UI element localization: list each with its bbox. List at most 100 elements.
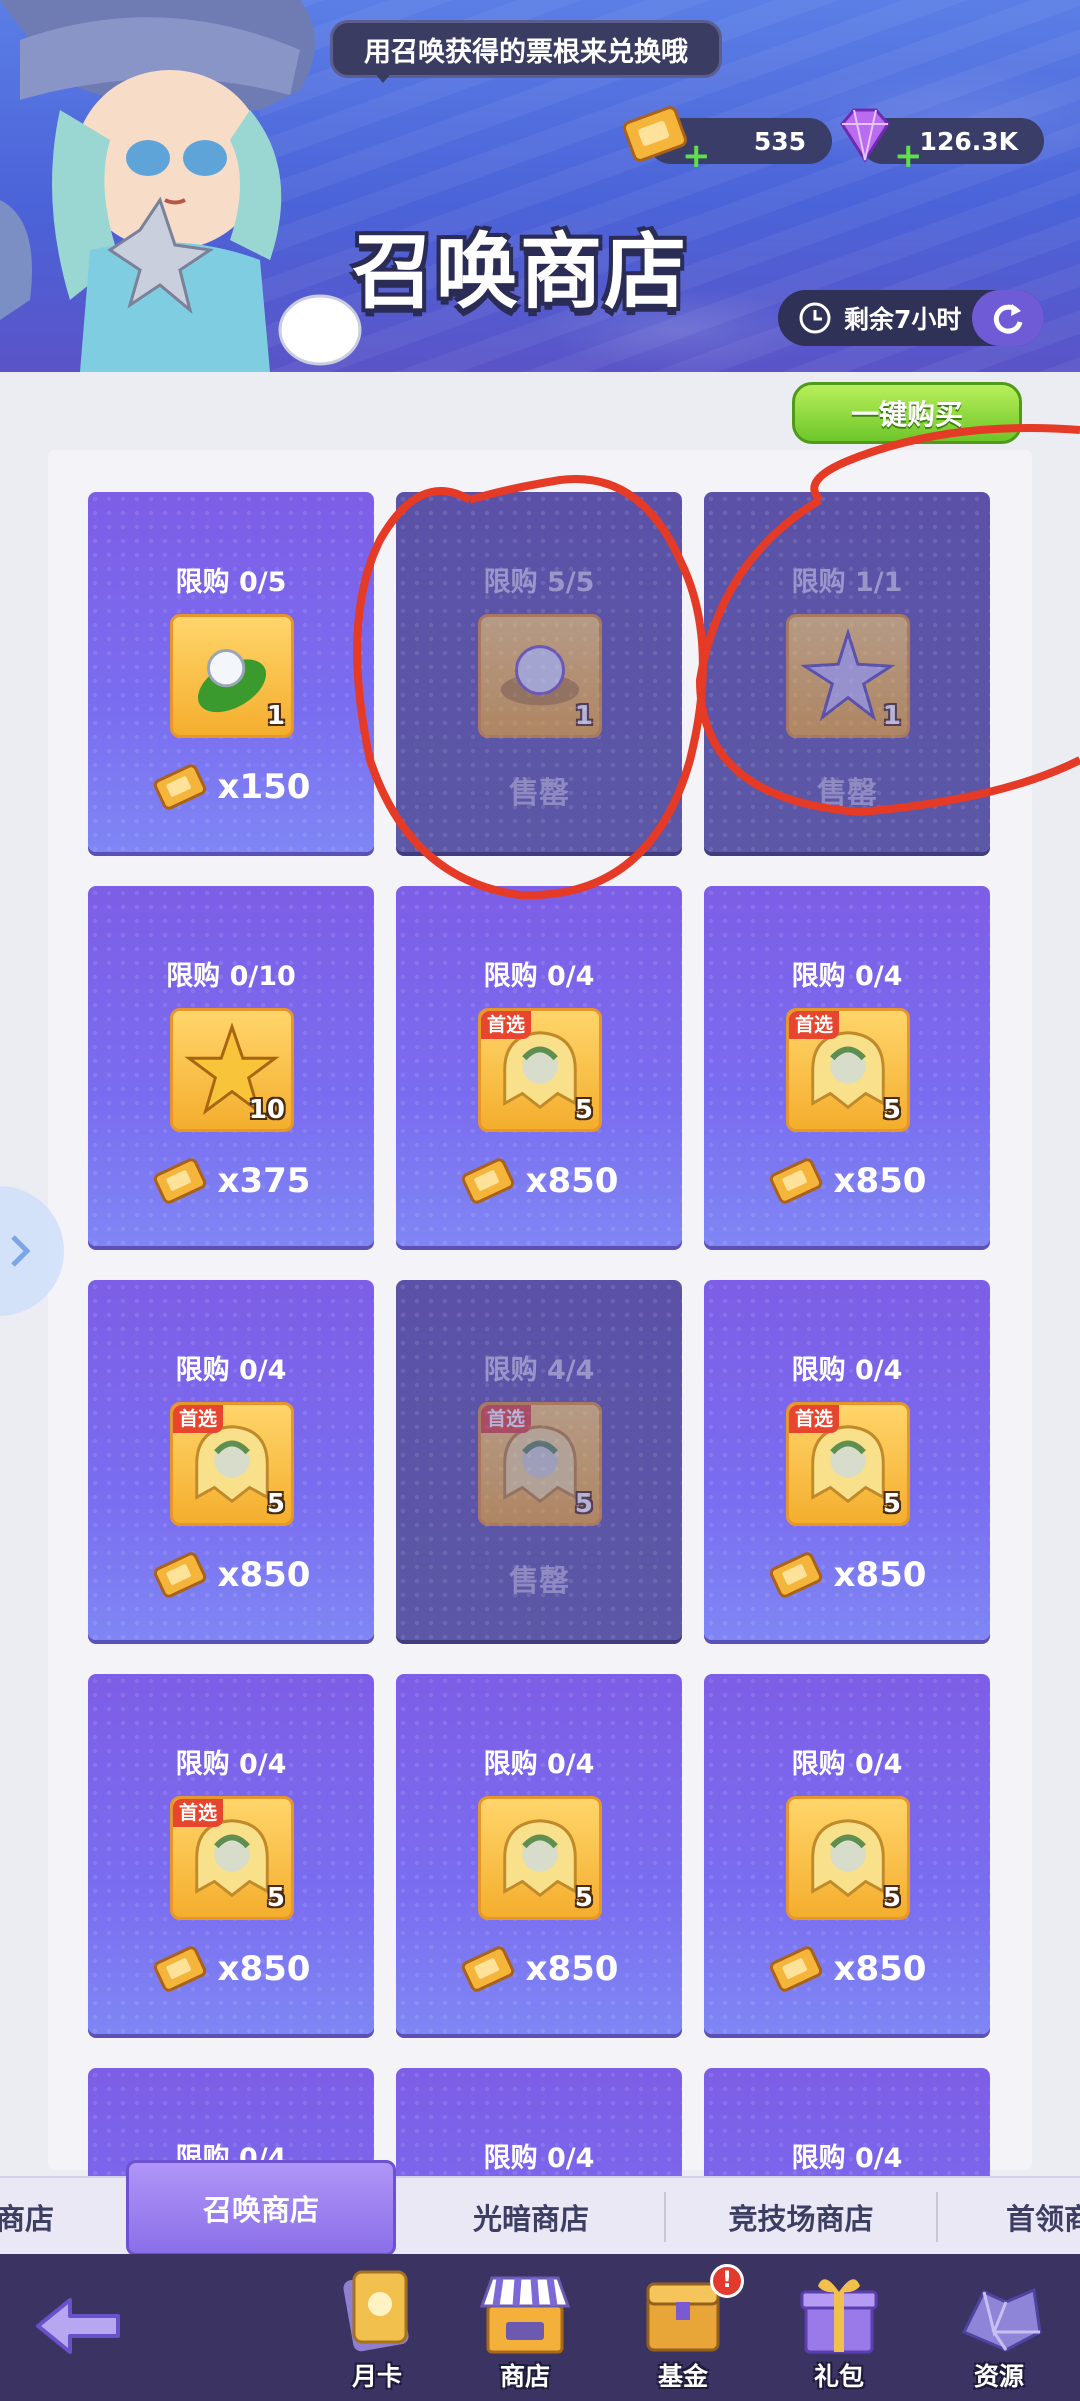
price-button[interactable]: x850 (704, 1552, 990, 1598)
price-button[interactable]: x150 (88, 764, 374, 810)
purchase-limit: 限购 4/4 (483, 1355, 595, 1386)
shop-item-card[interactable]: 限购 1/1 1 售罄 (704, 492, 990, 852)
item-quantity: 10 (248, 1095, 285, 1125)
shop-item-card[interactable]: 限购 0/10 10 x375 (88, 886, 374, 1246)
bottom-nav: 月卡 商店 ! 基金 礼包 资源 (0, 2254, 1080, 2401)
price-value: x150 (217, 767, 311, 807)
item-slot[interactable]: 首选 5 (170, 1402, 294, 1526)
hint-tooltip: 用召唤获得的票根来兑换哦 (330, 20, 722, 83)
shop-item-card[interactable]: 限购 0/4 5 x850 (396, 1674, 682, 2034)
price-value: x850 (833, 1161, 927, 1201)
item-slot[interactable]: 5 (786, 1796, 910, 1920)
purchase-limit: 限购 0/4 (483, 961, 595, 992)
price-button[interactable]: x850 (704, 1158, 990, 1204)
buy-all-button[interactable]: 一键购买 (792, 382, 1022, 444)
item-slot[interactable]: 首选 5 (478, 1402, 602, 1526)
item-quantity: 5 (574, 1883, 593, 1913)
tab-summon-shop[interactable]: 召唤商店 (126, 2160, 396, 2256)
item-quantity: 5 (266, 1489, 285, 1519)
tab-boss-shop[interactable]: 首领商 (940, 2178, 1080, 2256)
item-slot[interactable]: 1 (786, 614, 910, 738)
purchase-limit: 限购 0/4 (483, 2143, 595, 2174)
shop-item-card[interactable]: 限购 0/4 首选 5 x850 (88, 1280, 374, 1640)
item-quantity: 5 (574, 1095, 593, 1125)
shop-item-card[interactable]: 限购 0/4 首选 5 x850 (704, 1280, 990, 1640)
ticket-icon (769, 1946, 822, 1992)
price-value: x850 (525, 1161, 619, 1201)
sold-out-label: 售罄 (509, 776, 569, 811)
price-button[interactable]: x850 (88, 1946, 374, 1992)
item-slot[interactable]: 首选 5 (170, 1796, 294, 1920)
ticket-icon (622, 106, 688, 162)
purchase-limit: 限购 0/10 (166, 961, 296, 992)
purchase-limit: 限购 0/4 (175, 1355, 287, 1386)
nav-fund[interactable]: ! 基金 (618, 2262, 748, 2401)
ticket-icon (769, 1158, 822, 1204)
nav-shop[interactable]: 商店 (460, 2262, 590, 2401)
timer-text: 剩余7小时 (844, 305, 962, 334)
preferred-badge: 首选 (481, 1011, 532, 1039)
price-value: x850 (833, 1949, 927, 1989)
ticket-icon (461, 1158, 514, 1204)
purchase-limit: 限购 0/4 (175, 1749, 287, 1780)
price-value: x375 (217, 1161, 311, 1201)
ticket-balance[interactable]: + 535 (622, 106, 832, 173)
shop-item-card[interactable]: 限购 4/4 首选 5 售罄 (396, 1280, 682, 1640)
shop-header: 用召唤获得的票根来兑换哦 + 535 + 126.3K 召唤商店 剩余7小时 (0, 0, 1080, 372)
shop-item-card[interactable]: 限购 0/4 首选 5 x850 (88, 1674, 374, 2034)
nav-month-card[interactable]: 月卡 (312, 2262, 442, 2401)
purchase-limit: 限购 0/4 (791, 1355, 903, 1386)
price-button[interactable]: x850 (88, 1552, 374, 1598)
shop-item-card[interactable]: 限购 0/4 首选 5 x850 (704, 886, 990, 1246)
add-ticket-icon[interactable]: + (682, 139, 711, 173)
item-quantity: 5 (266, 1883, 285, 1913)
item-slot[interactable]: 首选 5 (478, 1008, 602, 1132)
item-slot[interactable]: 首选 5 (786, 1008, 910, 1132)
page-title: 召唤商店 (352, 225, 689, 320)
item-slot[interactable]: 1 (478, 614, 602, 738)
ticket-icon (461, 1946, 514, 1992)
shop-item-card[interactable]: 限购 0/4 首选 5 x850 (396, 886, 682, 1246)
ticket-icon (153, 1552, 206, 1598)
purchase-limit: 限购 0/4 (483, 1749, 595, 1780)
price-button[interactable]: x850 (704, 1946, 990, 1992)
add-gem-icon[interactable]: + (894, 139, 923, 173)
tab-arena-shop[interactable]: 竞技场商店 (666, 2178, 936, 2256)
back-arrow-icon[interactable] (30, 2294, 126, 2358)
item-slot[interactable]: 10 (170, 1008, 294, 1132)
nav-label: 月卡 (351, 2362, 402, 2391)
nav-label: 资源 (973, 2362, 1024, 2391)
price-value: x850 (833, 1555, 927, 1595)
item-quantity: 5 (882, 1883, 901, 1913)
item-slot[interactable]: 5 (478, 1796, 602, 1920)
ticket-icon (153, 764, 206, 810)
item-quantity: 1 (574, 701, 593, 731)
ticket-icon (153, 1946, 206, 1992)
item-slot[interactable]: 1 (170, 614, 294, 738)
tab-shop-previous[interactable]: 商店 (0, 2178, 80, 2256)
item-quantity: 1 (882, 701, 901, 731)
refresh-button[interactable] (972, 290, 1044, 346)
preferred-badge: 首选 (173, 1405, 224, 1433)
ticket-icon (769, 1552, 822, 1598)
preferred-badge: 首选 (481, 1405, 532, 1433)
item-quantity: 5 (574, 1489, 593, 1519)
sold-out-label: 售罄 (509, 1564, 569, 1599)
nav-gift[interactable]: 礼包 (774, 2262, 904, 2401)
shop-item-card[interactable]: 限购 5/5 1 售罄 (396, 492, 682, 852)
purchase-limit: 限购 0/5 (175, 567, 287, 598)
price-button[interactable]: x375 (88, 1158, 374, 1204)
shop-item-card[interactable]: 限购 0/5 1 x150 (88, 492, 374, 852)
item-slot[interactable]: 首选 5 (786, 1402, 910, 1526)
item-quantity: 1 (266, 701, 285, 731)
price-button[interactable]: x850 (396, 1946, 682, 1992)
purchase-limit: 限购 0/4 (791, 1749, 903, 1780)
price-button[interactable]: x850 (396, 1158, 682, 1204)
nav-resource[interactable]: 资源 (934, 2262, 1064, 2401)
nav-label: 礼包 (813, 2362, 864, 2391)
purchase-limit: 限购 5/5 (483, 567, 595, 598)
preferred-badge: 首选 (173, 1799, 224, 1827)
shop-item-card[interactable]: 限购 0/4 5 x850 (704, 1674, 990, 2034)
gem-balance[interactable]: + 126.3K (840, 108, 1044, 173)
tab-light-dark-shop[interactable]: 光暗商店 (400, 2178, 662, 2256)
